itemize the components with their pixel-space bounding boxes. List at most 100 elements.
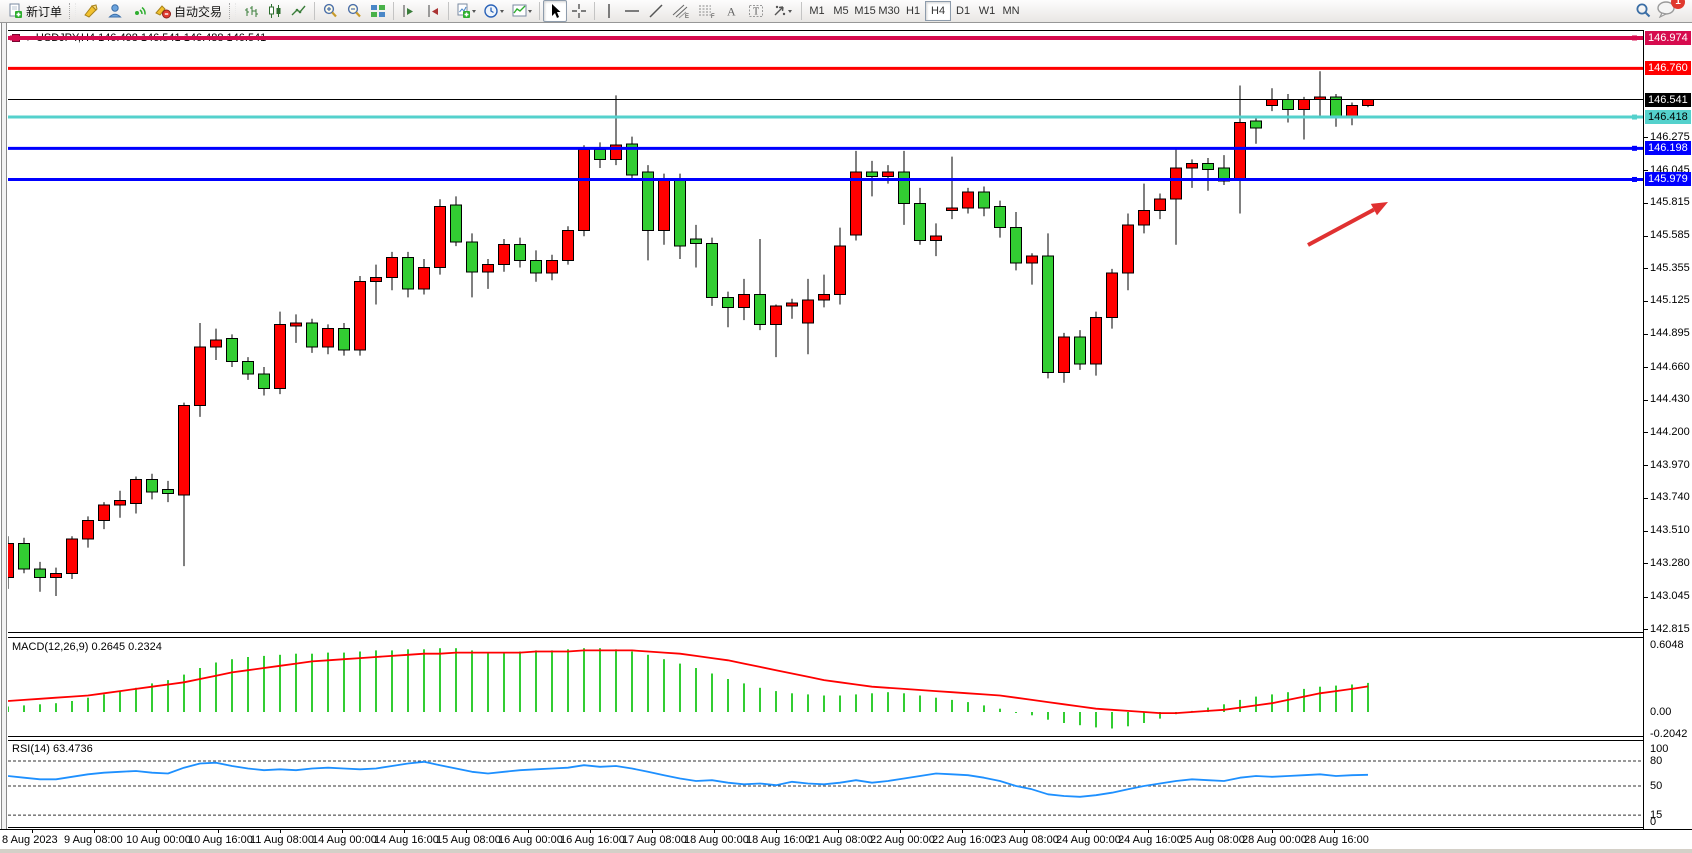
time-tick-mark — [900, 830, 901, 833]
line-handle-icon[interactable] — [10, 35, 15, 40]
time-tick-mark — [404, 830, 405, 833]
macd-histogram-bar — [663, 659, 665, 712]
candle — [99, 502, 110, 529]
time-tick-mark — [1148, 830, 1149, 833]
price-tick-label: 143.740 — [1650, 491, 1690, 503]
tab-timeframe-h1[interactable]: H1 — [901, 2, 925, 20]
tab-timeframe-h4[interactable]: H4 — [925, 1, 951, 21]
macd-histogram-bar — [727, 679, 729, 712]
time-tick-label: 16 Aug 16:00 — [560, 834, 625, 846]
vertical-line-tool-button[interactable] — [598, 0, 620, 22]
macd-histogram-bar — [471, 650, 473, 712]
signal-button[interactable] — [127, 0, 151, 22]
candle — [67, 536, 78, 579]
horizontal-line-tool-button[interactable] — [620, 0, 644, 22]
time-tick-mark — [466, 830, 467, 833]
line-handle-icon[interactable] — [1632, 35, 1637, 40]
label-tool-button[interactable]: T — [744, 0, 768, 22]
chat-button[interactable]: 1 — [1656, 0, 1678, 23]
macd-histogram-bar — [887, 692, 889, 712]
candle — [419, 259, 430, 295]
rsi-indicator-panel[interactable] — [8, 740, 1643, 828]
time-axis[interactable]: 8 Aug 20239 Aug 08:0010 Aug 00:0010 Aug … — [0, 829, 1692, 849]
profiles-button[interactable] — [480, 0, 508, 22]
trendline-tool-button[interactable] — [644, 0, 668, 22]
crosshair-tool-button[interactable] — [567, 0, 591, 22]
tab-timeframe-m5[interactable]: M5 — [829, 2, 853, 20]
macd-histogram-bar — [743, 683, 745, 712]
time-tick-label: 21 Aug 08:00 — [808, 834, 873, 846]
main-price-chart[interactable] — [8, 30, 1643, 633]
macd-histogram-bar — [1063, 712, 1065, 723]
price-tick-mark — [1644, 400, 1648, 401]
chart-shift-button[interactable] — [421, 0, 445, 22]
macd-histogram-bar — [279, 655, 281, 712]
macd-histogram-bar — [999, 709, 1001, 712]
new-chart-button[interactable] — [452, 0, 480, 22]
candle — [819, 275, 830, 308]
line-handle-icon[interactable] — [1632, 146, 1637, 151]
channel-tool-button[interactable]: E — [668, 0, 694, 22]
auto-scroll-button[interactable] — [397, 0, 421, 22]
macd-histogram-bar — [1319, 687, 1321, 712]
price-axis[interactable]: 146.275146.045145.815145.585145.355145.1… — [1643, 30, 1692, 829]
tab-timeframe-d1[interactable]: D1 — [951, 2, 975, 20]
macd-histogram-bar — [359, 652, 361, 713]
tab-timeframe-mn[interactable]: MN — [999, 2, 1023, 20]
candle — [83, 516, 94, 547]
price-badge-146.974: 146.974 — [1645, 31, 1691, 45]
toolbar-separator — [393, 2, 394, 20]
zoom-out-icon — [346, 3, 362, 19]
arrows-tool-button[interactable] — [768, 0, 798, 22]
tab-timeframe-m30[interactable]: M30 — [877, 2, 901, 20]
tile-windows-button[interactable] — [366, 0, 390, 22]
candle — [483, 259, 494, 289]
community-button[interactable] — [103, 0, 127, 22]
candle — [499, 239, 510, 272]
macd-histogram-bar — [391, 650, 393, 712]
line-handle-icon[interactable] — [1632, 115, 1637, 120]
price-tick-mark — [1644, 465, 1648, 466]
fibonacci-tool-button[interactable]: F — [694, 0, 720, 22]
text-tool-button[interactable]: A — [720, 0, 744, 22]
candle — [563, 226, 574, 264]
tab-timeframe-m15[interactable]: M15 — [853, 2, 877, 20]
chart-shift-icon — [425, 3, 441, 19]
bar-chart-button[interactable] — [239, 0, 263, 22]
candle — [1347, 103, 1358, 126]
candle — [1027, 253, 1038, 284]
time-tick-mark — [32, 830, 33, 833]
macd-indicator-panel[interactable] — [8, 637, 1643, 737]
annotation-arrow[interactable] — [1308, 202, 1388, 245]
auto-trading-button[interactable]: 自动交易 — [151, 0, 226, 22]
time-tick-mark — [1272, 830, 1273, 833]
candle — [1251, 117, 1262, 144]
indicators-button[interactable] — [508, 0, 536, 22]
toolbar-separator — [314, 2, 315, 20]
price-tick-mark — [1644, 268, 1648, 269]
candle — [995, 201, 1006, 238]
line-chart-button[interactable] — [287, 0, 311, 22]
zoom-in-button[interactable] — [318, 0, 342, 22]
price-tick-label: 143.280 — [1650, 557, 1690, 569]
candle — [1139, 184, 1150, 234]
search-button[interactable] — [1630, 0, 1656, 22]
macd-histogram-bar — [711, 674, 713, 713]
window-bottom-edge — [0, 849, 1692, 853]
tab-timeframe-m1[interactable]: M1 — [805, 2, 829, 20]
macd-axis-label: -0.2042 — [1650, 728, 1687, 740]
macd-histogram-bar — [327, 653, 329, 712]
cursor-tool-button[interactable] — [543, 0, 567, 22]
time-tick-label: 11 Aug 08:00 — [250, 834, 314, 846]
vertical-line-icon — [602, 3, 616, 19]
new-order-button[interactable]: 新订单 — [3, 0, 66, 22]
person-icon — [107, 3, 123, 19]
market-button[interactable] — [79, 0, 103, 22]
tab-timeframe-w1[interactable]: W1 — [975, 2, 999, 20]
time-tick-mark — [776, 830, 777, 833]
candlestick-button[interactable] — [263, 0, 287, 22]
toolbar: 新订单 自动交易 — [0, 0, 1692, 23]
zoom-out-button[interactable] — [342, 0, 366, 22]
line-handle-icon[interactable] — [1632, 177, 1637, 182]
candle — [1315, 71, 1326, 117]
